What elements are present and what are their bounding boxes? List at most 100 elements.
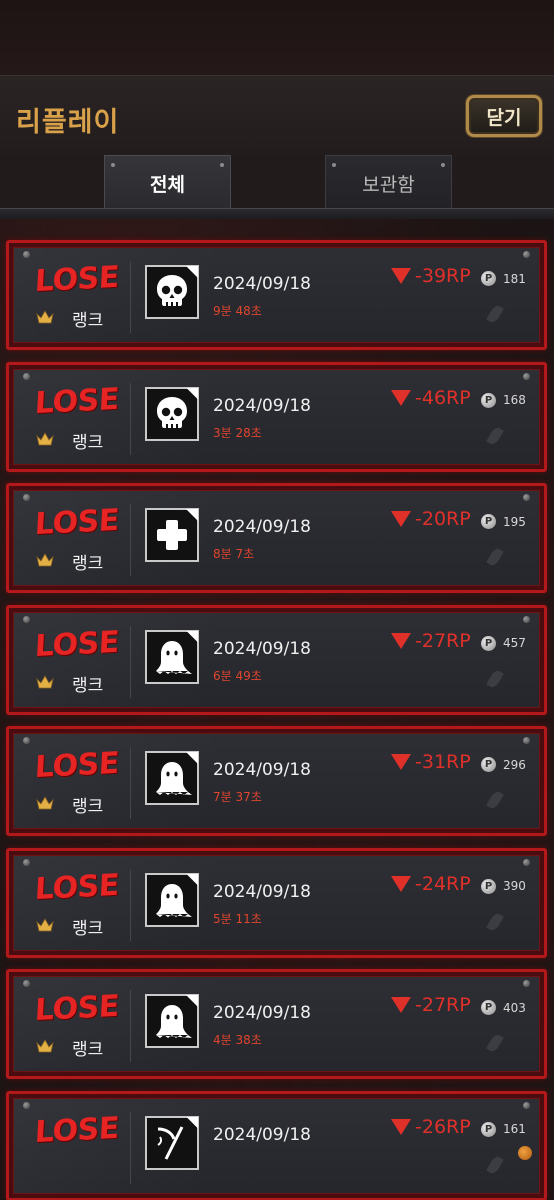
- rp-value: -26RP: [415, 1115, 471, 1138]
- match-date: 2024/09/18: [213, 881, 311, 902]
- rank-label: 랭크: [72, 675, 104, 696]
- result-label: LOSE: [33, 867, 120, 907]
- coin-icon: P: [481, 514, 496, 529]
- points: P 403: [481, 1000, 526, 1015]
- points: P 181: [481, 271, 526, 286]
- skull-icon: [145, 265, 199, 319]
- coin-icon: P: [481, 878, 496, 894]
- match-date: 2024/09/18: [213, 517, 311, 537]
- rank-label: 랭크: [72, 554, 104, 574]
- rp-change: -27RP: [391, 994, 471, 1016]
- crown-icon: [36, 796, 54, 810]
- rp-value: -20RP: [415, 508, 471, 530]
- crown-icon: [36, 674, 54, 688]
- rivet-icon: [523, 980, 530, 987]
- divider: [130, 625, 131, 698]
- points: P 457: [481, 635, 526, 651]
- rank-label: 랭크: [72, 797, 104, 817]
- rp-value: -24RP: [415, 872, 471, 895]
- rivet-icon: [523, 494, 530, 501]
- crown-icon: [36, 1039, 54, 1053]
- rivet-icon: [523, 251, 530, 258]
- coin-icon: P: [481, 635, 496, 651]
- rp-change: -24RP: [391, 873, 471, 895]
- match-date: 2024/09/18: [213, 1124, 311, 1145]
- feather-icon: [486, 303, 504, 325]
- rp-change: -39RP: [391, 265, 471, 287]
- tab-all[interactable]: 전체: [104, 155, 231, 211]
- match-duration: 3분 28초: [213, 425, 262, 440]
- rivet-icon: [23, 615, 30, 623]
- points-value: 195: [503, 514, 526, 529]
- crown-icon: [36, 310, 54, 324]
- replay-card[interactable]: LOSE 랭크 2024/09/18 9분 48초 -39RP P 181: [6, 240, 547, 350]
- tab-all-label: 전체: [150, 174, 185, 196]
- ghost-icon: [145, 872, 199, 927]
- tab-archive[interactable]: 보관함: [325, 155, 452, 211]
- replay-card[interactable]: LOSE 랭크 2024/09/18 6분 49초 -27RP P 457: [6, 604, 547, 715]
- replay-card[interactable]: LOSE 랭크 2024/09/18 3분 28초 -46RP P 168: [6, 361, 547, 472]
- rivet-icon: [23, 980, 30, 987]
- replay-card[interactable]: LOSE 랭크 2024/09/18 7분 37초 -31RP P 296: [6, 726, 547, 836]
- close-button[interactable]: 닫기: [466, 95, 542, 137]
- rp-value: -31RP: [415, 751, 471, 773]
- replay-card[interactable]: LOSE 랭크 2024/09/18 4분 38초 -27RP P 403: [6, 969, 547, 1079]
- divider: [130, 382, 131, 455]
- feather-icon: [486, 1032, 504, 1054]
- coin-icon: P: [481, 1121, 496, 1137]
- rivet-icon: [23, 494, 30, 501]
- match-duration: 5분 11초: [213, 911, 262, 926]
- medal-icon: [518, 1145, 532, 1160]
- points: P 161: [481, 1121, 526, 1137]
- rank-label: 랭크: [72, 1040, 104, 1060]
- tab-archive-label: 보관함: [362, 174, 415, 196]
- points-value: 457: [503, 636, 526, 650]
- replay-card[interactable]: LOSE 2024/09/18 -26RP P 161: [6, 1090, 547, 1200]
- ghost-icon: [145, 994, 199, 1048]
- match-date: 2024/09/18: [213, 760, 311, 780]
- match-duration: 8분 7초: [213, 547, 255, 561]
- result-label: LOSE: [33, 381, 120, 421]
- result-label: LOSE: [33, 745, 120, 786]
- feather-icon: [486, 425, 504, 446]
- rank-label: 랭크: [72, 311, 104, 331]
- match-date: 2024/09/18: [213, 1003, 311, 1023]
- result-label: LOSE: [33, 502, 120, 543]
- match-duration: 7분 37초: [213, 790, 262, 804]
- feather-icon: [486, 789, 504, 811]
- points: P 168: [481, 392, 526, 408]
- divider: [130, 868, 131, 941]
- feather-icon: [486, 1154, 504, 1175]
- match-duration: 6분 49초: [213, 668, 262, 683]
- down-arrow-icon: [391, 632, 411, 649]
- down-arrow-icon: [391, 997, 411, 1013]
- points: P 390: [481, 878, 526, 894]
- down-arrow-icon: [391, 754, 411, 770]
- coin-icon: P: [481, 271, 496, 286]
- rivet-icon: [23, 737, 30, 744]
- points-value: 390: [503, 879, 526, 893]
- down-arrow-icon: [391, 389, 411, 406]
- feather-icon: [486, 668, 504, 689]
- rp-change: -20RP: [391, 508, 471, 530]
- rp-change: -27RP: [391, 630, 471, 652]
- rivet-icon: [332, 163, 336, 167]
- result-label: LOSE: [33, 624, 120, 664]
- replay-card[interactable]: LOSE 랭크 2024/09/18 8분 7초 -20RP P 195: [6, 483, 547, 593]
- match-date: 2024/09/18: [213, 274, 311, 294]
- coin-icon: P: [481, 757, 496, 772]
- crown-icon: [36, 553, 54, 567]
- feather-icon: [486, 911, 504, 932]
- rivet-icon: [220, 163, 224, 167]
- rivet-icon: [523, 372, 530, 380]
- replay-card[interactable]: LOSE 랭크 2024/09/18 5분 11초 -24RP P 390: [6, 847, 547, 958]
- rivet-icon: [111, 163, 115, 167]
- divider: [130, 504, 131, 576]
- rivet-icon: [523, 858, 530, 866]
- divider: [130, 1111, 131, 1184]
- rivet-icon: [523, 737, 530, 744]
- points: P 195: [481, 514, 526, 529]
- divider: [130, 261, 131, 333]
- rp-change: -31RP: [391, 751, 471, 773]
- crown-icon: [36, 431, 54, 445]
